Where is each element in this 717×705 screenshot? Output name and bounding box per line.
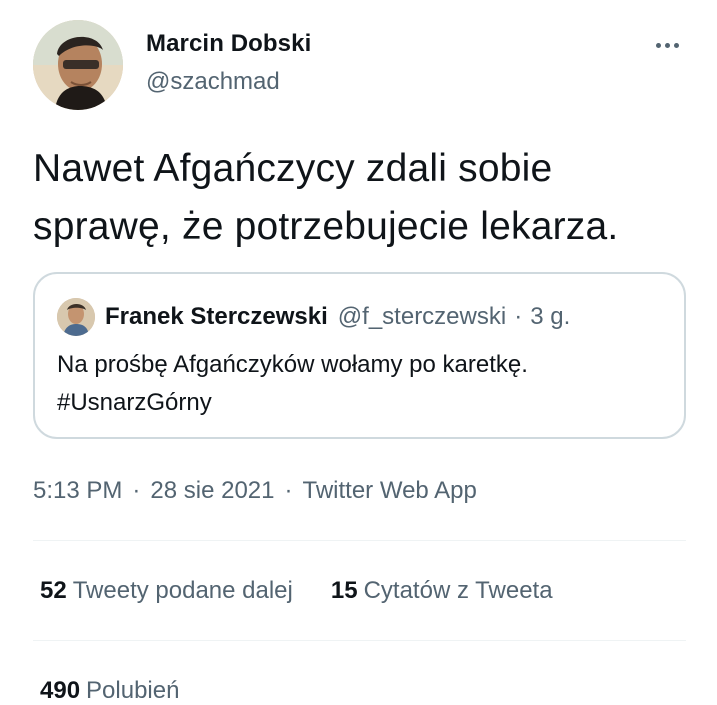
quoted-tweet-text: Na prośbę Afgańczyków wołamy po karetkę.… xyxy=(57,346,667,422)
engagement-stats-row: 52 Tweety podane dalej 15 Cytatów z Tweeta xyxy=(40,574,553,608)
quoted-author-display-name: Franek Sterczewski xyxy=(105,303,328,330)
retweets-stat[interactable]: 52 Tweety podane dalej xyxy=(40,574,293,608)
likes-label: Polubień xyxy=(86,677,180,704)
quoted-tweet-time: 3 g. xyxy=(530,303,571,330)
quotes-count: 15 xyxy=(330,577,358,604)
quotes-label: Cytatów z Tweeta xyxy=(363,577,553,604)
quoted-author-avatar xyxy=(57,298,95,336)
more-horizontal-icon xyxy=(664,42,670,48)
separator-dot: · xyxy=(284,477,293,504)
likes-stats-row: 490 Polubień xyxy=(40,674,179,705)
quoted-text-line: Na prośbę Afgańczyków wołamy po karetkę. xyxy=(57,351,528,378)
separator-dot: · xyxy=(514,303,523,330)
retweets-label: Tweety podane dalej xyxy=(72,577,293,604)
tweet-date[interactable]: 28 sie 2021 xyxy=(150,477,274,504)
avatar-image xyxy=(33,20,123,110)
quoted-author-handle: @f_sterczewski xyxy=(337,303,507,330)
tweet-meta: 5:13 PM · 28 sie 2021 · Twitter Web App xyxy=(33,474,477,508)
more-horizontal-icon xyxy=(655,42,661,48)
quotes-stat[interactable]: 15 Cytatów z Tweeta xyxy=(331,574,553,608)
more-horizontal-icon xyxy=(673,42,679,48)
author-names: Marcin Dobski @szachmad xyxy=(146,28,311,98)
likes-count: 490 xyxy=(40,677,81,704)
retweets-count: 52 xyxy=(40,577,67,604)
tweet-text: Nawet Afgańczycy zdali sobie sprawę, że … xyxy=(33,147,619,248)
quoted-tweet-header: Franek Sterczewski @f_sterczewski · 3 g. xyxy=(57,297,570,337)
tweet-header: Marcin Dobski @szachmad xyxy=(33,20,693,112)
author-avatar[interactable] xyxy=(33,20,123,110)
author-display-name[interactable]: Marcin Dobski xyxy=(146,28,311,60)
separator-dot: · xyxy=(132,477,141,504)
tweet: Marcin Dobski @szachmad Nawet Afgańczycy… xyxy=(0,0,717,705)
likes-stat[interactable]: 490 Polubień xyxy=(40,674,179,705)
author-handle[interactable]: @szachmad xyxy=(146,66,311,98)
avatar-image xyxy=(57,298,95,336)
quoted-tweet-card[interactable]: Franek Sterczewski @f_sterczewski · 3 g.… xyxy=(33,272,686,439)
more-options-button[interactable] xyxy=(649,34,685,56)
divider xyxy=(33,640,686,641)
hashtag: #UsnarzGórny xyxy=(57,389,212,416)
tweet-source[interactable]: Twitter Web App xyxy=(303,477,477,504)
divider xyxy=(33,540,686,541)
tweet-time[interactable]: 5:13 PM xyxy=(33,477,122,504)
